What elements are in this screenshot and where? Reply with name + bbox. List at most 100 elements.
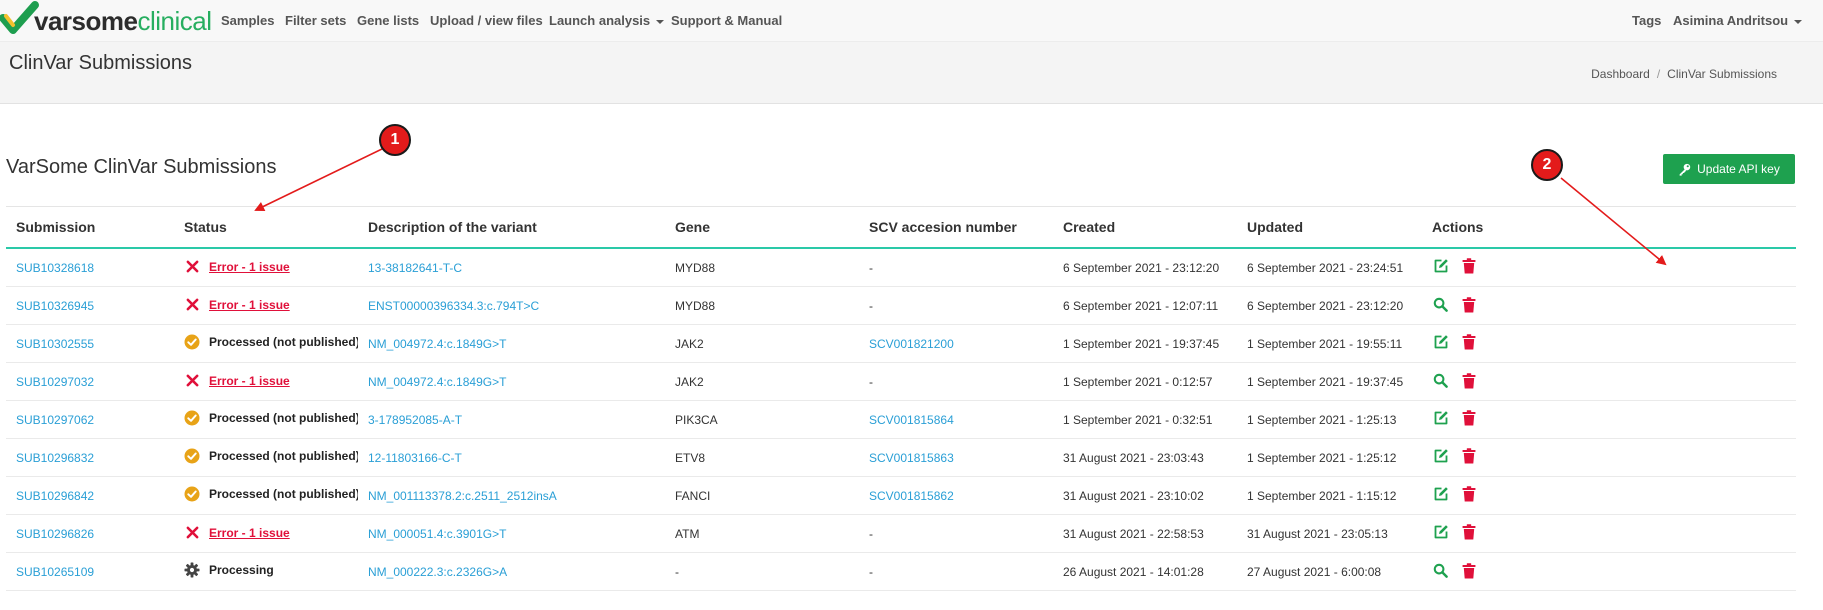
variant-link[interactable]: NM_001113378.2:c.2511_2512insA — [368, 489, 557, 503]
gene-text: PIK3CA — [675, 412, 718, 427]
scv-link[interactable]: SCV001815862 — [869, 489, 954, 503]
gene-text: MYD88 — [675, 260, 716, 275]
cell-submission: SUB10265109 — [6, 552, 174, 591]
submission-link[interactable]: SUB10297032 — [16, 375, 94, 389]
trash-icon[interactable] — [1460, 562, 1477, 579]
user-menu[interactable]: Asimina Andritsou — [1673, 13, 1803, 28]
edit-icon[interactable] — [1432, 486, 1449, 503]
cell-gene: ATM — [665, 514, 859, 553]
row-actions — [1432, 372, 1477, 389]
submission-link[interactable]: SUB10326945 — [16, 299, 94, 313]
cell-description: NM_004972.4:c.1849G>T — [358, 362, 665, 401]
column-header-gene[interactable]: Gene — [665, 206, 859, 249]
update-api-key-label: Update API key — [1697, 162, 1780, 176]
submission-link[interactable]: SUB10296826 — [16, 527, 94, 541]
logo-wordmark: varsomeclinical — [34, 6, 212, 36]
status-text: Processed (not published) — [209, 449, 358, 463]
trash-icon[interactable] — [1460, 372, 1477, 389]
cell-status: Processed (not published) — [174, 476, 358, 515]
created-date: 6 September 2021 - 23:12:20 — [1063, 260, 1220, 275]
cell-scv: - — [859, 248, 1053, 287]
variant-link[interactable]: NM_004972.4:c.1849G>T — [368, 375, 506, 389]
row-actions — [1432, 448, 1477, 465]
cell-updated: 1 September 2021 - 19:55:11 — [1237, 324, 1422, 363]
cell-created: 31 August 2021 - 23:03:43 — [1053, 438, 1237, 477]
column-header-submission[interactable]: Submission — [6, 206, 174, 249]
column-header-updated[interactable]: Updated — [1237, 206, 1422, 249]
trash-icon[interactable] — [1460, 334, 1477, 351]
nav-samples[interactable]: Samples — [221, 13, 274, 28]
trash-icon[interactable] — [1460, 410, 1477, 427]
scv-text: - — [869, 526, 873, 541]
created-date: 26 August 2021 - 14:01:28 — [1063, 564, 1204, 579]
status-error-link[interactable]: Error - 1 issue — [209, 298, 290, 312]
update-api-key-button[interactable]: Update API key — [1663, 154, 1795, 184]
search-icon[interactable] — [1432, 372, 1449, 389]
variant-link[interactable]: 3-178952085-A-T — [368, 413, 462, 427]
submission-link[interactable]: SUB10296842 — [16, 489, 94, 503]
trash-icon[interactable] — [1460, 296, 1477, 313]
nav-filter-sets[interactable]: Filter sets — [285, 13, 346, 28]
column-header-description[interactable]: Description of the variant — [358, 206, 665, 249]
trash-icon[interactable] — [1460, 486, 1477, 503]
edit-icon[interactable] — [1432, 258, 1449, 275]
variant-link[interactable]: NM_000051.4:c.3901G>T — [368, 527, 506, 541]
varsome-clinical-logo[interactable]: varsomeclinical — [0, 0, 212, 42]
edit-icon[interactable] — [1432, 410, 1449, 427]
breadcrumb-separator: / — [1656, 67, 1661, 81]
nav-launch-analysis[interactable]: Launch analysis — [549, 13, 665, 28]
variant-link[interactable]: 13-38182641-T-C — [368, 261, 462, 275]
submission-link[interactable]: SUB10265109 — [16, 565, 94, 579]
submission-link[interactable]: SUB10297062 — [16, 413, 94, 427]
status-badge: Processed (not published) — [184, 334, 358, 350]
nav-gene-lists[interactable]: Gene lists — [357, 13, 419, 28]
cell-scv: - — [859, 552, 1053, 591]
trash-icon[interactable] — [1460, 448, 1477, 465]
status-badge: Processing — [184, 562, 274, 578]
search-icon[interactable] — [1432, 296, 1449, 313]
column-header-created[interactable]: Created — [1053, 206, 1237, 249]
status-error-link[interactable]: Error - 1 issue — [209, 374, 290, 388]
cell-actions — [1422, 476, 1796, 515]
cell-description: NM_001113378.2:c.2511_2512insA — [358, 476, 665, 515]
trash-icon[interactable] — [1460, 524, 1477, 541]
cell-actions — [1422, 514, 1796, 553]
cell-actions — [1422, 362, 1796, 401]
cell-description: 3-178952085-A-T — [358, 400, 665, 439]
submission-link[interactable]: SUB10302555 — [16, 337, 94, 351]
table-row: SUB10297032 Error - 1 issue NM_004972.4:c.… — [6, 362, 1796, 401]
nav-support-manual[interactable]: Support & Manual — [671, 13, 782, 28]
top-navbar: varsomeclinical Samples Filter sets Gene… — [0, 0, 1823, 42]
edit-icon[interactable] — [1432, 334, 1449, 351]
variant-link[interactable]: NM_000222.3:c.2326G>A — [368, 565, 507, 579]
variant-link[interactable]: ENST00000396334.3:c.794T>C — [368, 299, 539, 313]
submission-link[interactable]: SUB10296832 — [16, 451, 94, 465]
search-icon[interactable] — [1432, 562, 1449, 579]
variant-link[interactable]: NM_004972.4:c.1849G>T — [368, 337, 506, 351]
updated-date: 1 September 2021 - 1:25:13 — [1247, 412, 1397, 427]
scv-link[interactable]: SCV001815863 — [869, 451, 954, 465]
cell-created: 1 September 2021 - 0:32:51 — [1053, 400, 1237, 439]
trash-icon[interactable] — [1460, 258, 1477, 275]
row-actions — [1432, 258, 1477, 275]
table-row: SUB10296842 Processed (not published) NM_0… — [6, 476, 1796, 515]
nav-tags[interactable]: Tags — [1632, 13, 1661, 28]
cell-submission: SUB10297032 — [6, 362, 174, 401]
variant-link[interactable]: 12-11803166-C-T — [368, 451, 462, 465]
scv-link[interactable]: SCV001821200 — [869, 337, 954, 351]
column-header-scv[interactable]: SCV accesion number — [859, 206, 1053, 249]
breadcrumb-dashboard[interactable]: Dashboard — [1591, 67, 1650, 81]
scv-link[interactable]: SCV001815864 — [869, 413, 954, 427]
edit-icon[interactable] — [1432, 448, 1449, 465]
status-error-link[interactable]: Error - 1 issue — [209, 526, 290, 540]
cell-created: 31 August 2021 - 23:10:02 — [1053, 476, 1237, 515]
edit-icon[interactable] — [1432, 524, 1449, 541]
row-actions — [1432, 486, 1477, 503]
column-header-status[interactable]: Status — [174, 206, 358, 249]
cell-gene: JAK2 — [665, 362, 859, 401]
submission-link[interactable]: SUB10328618 — [16, 261, 94, 275]
cell-updated: 1 September 2021 - 1:25:13 — [1237, 400, 1422, 439]
cell-scv: SCV001821200 — [859, 324, 1053, 363]
status-error-link[interactable]: Error - 1 issue — [209, 260, 290, 274]
nav-upload-view-files[interactable]: Upload / view files — [430, 13, 543, 28]
